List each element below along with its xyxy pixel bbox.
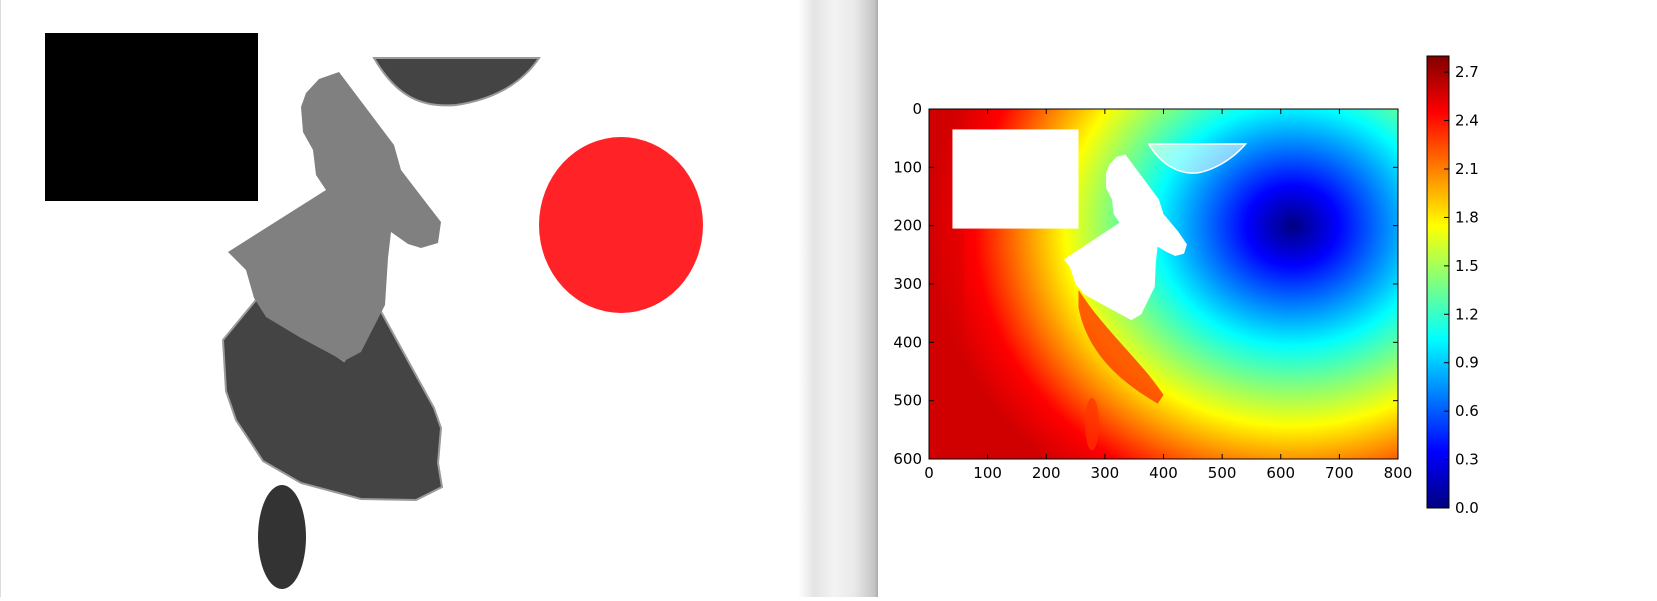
x-tick-label: 100 xyxy=(973,464,1002,482)
heatmap-pane: 0 100 200 300 400 500 600 700 800 0 100 200 300 400 5… xyxy=(878,0,1657,597)
x-tick-label: 800 xyxy=(1384,464,1413,482)
y-tick-label: 300 xyxy=(893,275,922,293)
y-tick-label: 400 xyxy=(893,333,922,351)
heatmap-chart: 0 100 200 300 400 500 600 700 800 0 100 200 300 400 5… xyxy=(893,55,1479,517)
x-tick-label: 200 xyxy=(1032,464,1061,482)
x-tick-label: 300 xyxy=(1091,464,1120,482)
red-circle xyxy=(539,137,703,313)
colorbar-tick-label: 0.6 xyxy=(1455,402,1479,420)
source-shapes xyxy=(45,33,703,589)
x-tick-label: 700 xyxy=(1325,464,1354,482)
y-tick-label: 0 xyxy=(912,100,922,118)
mask-rectangle xyxy=(952,129,1079,229)
x-tick-label: 500 xyxy=(1208,464,1237,482)
colorbar-tick-label: 0.0 xyxy=(1455,499,1479,517)
colorbar-tick-label: 1.8 xyxy=(1455,208,1479,226)
x-tick-label: 600 xyxy=(1266,464,1295,482)
heatmap-hot-spot xyxy=(1084,397,1100,451)
black-rectangle xyxy=(45,33,258,201)
colorbar: 0.0 0.3 0.6 0.9 1.2 1.5 1.8 2.1 2.4 2.7 xyxy=(1426,55,1479,517)
dark-half-ellipse xyxy=(372,57,541,107)
colorbar-tick-label: 1.5 xyxy=(1455,257,1479,275)
colorbar-tick-label: 2.4 xyxy=(1455,112,1479,130)
y-tick-label: 200 xyxy=(893,217,922,235)
colorbar-tick-label: 0.9 xyxy=(1455,354,1479,372)
colorbar-tick-label: 2.7 xyxy=(1455,63,1479,81)
colorbar-tick-label: 2.1 xyxy=(1455,160,1479,178)
x-tick-label: 0 xyxy=(924,464,934,482)
y-tick-label: 600 xyxy=(893,450,922,468)
colorbar-tick-label: 0.3 xyxy=(1455,451,1479,469)
pane-divider xyxy=(798,0,878,597)
plot-area xyxy=(929,109,1398,459)
source-image-pane xyxy=(0,0,799,597)
y-tick-label: 500 xyxy=(893,392,922,410)
y-tick-label: 100 xyxy=(893,158,922,176)
gray-ellipse xyxy=(258,485,306,589)
x-tick-label: 400 xyxy=(1149,464,1178,482)
colorbar-gradient xyxy=(1426,55,1450,509)
colorbar-tick-label: 1.2 xyxy=(1455,305,1479,323)
